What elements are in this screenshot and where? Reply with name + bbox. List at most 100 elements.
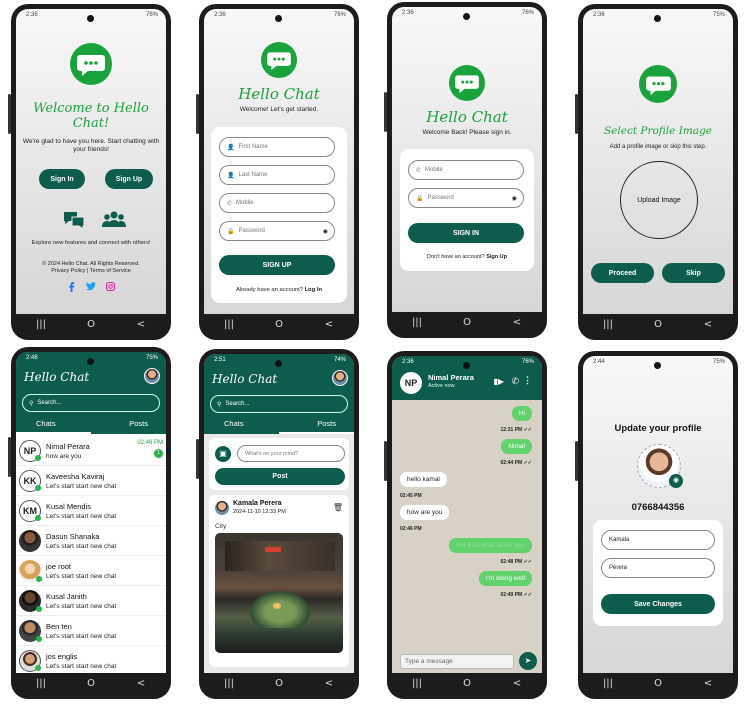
mobile-field[interactable]: ✆ Mobile <box>219 193 335 213</box>
chat-row-dasun[interactable]: Dasun Shanaka Let's start start new chat <box>16 526 166 556</box>
search-input[interactable]: ⚲ Search... <box>210 395 348 413</box>
read-check-icon: ✓✓ <box>523 427 532 433</box>
facebook-icon[interactable] <box>67 282 76 292</box>
chat-row-joe[interactable]: joe root Let's start start new chat <box>16 556 166 586</box>
recent-apps-button[interactable]: ||| <box>31 678 51 689</box>
phone-signin: 2:36 76% Hello Chat Welcome Back! Please … <box>384 2 547 338</box>
password-field[interactable]: 🔒 Password ◉ <box>219 221 335 241</box>
camera-cutout <box>654 362 661 369</box>
log-in-link[interactable]: Log In <box>305 287 322 293</box>
recent-apps-button[interactable]: ||| <box>407 317 427 328</box>
last-name-field[interactable]: 👤 Last Name <box>219 165 335 185</box>
lock-icon: 🔒 <box>227 228 235 235</box>
upload-image-button[interactable]: Upload Image <box>620 161 698 239</box>
phone-icon: ✆ <box>227 200 233 207</box>
policy-links[interactable]: Privacy Policy | Terms of Service <box>22 268 160 274</box>
back-button[interactable]: < <box>131 678 151 689</box>
chat-logo-icon <box>449 65 485 101</box>
profile-image-screen: 2:36 75% Select Profile Image Add a profi… <box>583 9 733 314</box>
home-button[interactable]: O <box>269 678 289 689</box>
eye-icon[interactable]: ◉ <box>323 228 328 235</box>
last-name-field[interactable]: Perera <box>601 558 715 578</box>
online-indicator <box>35 454 41 461</box>
header-title: Hello Chat <box>24 370 90 384</box>
tab-posts[interactable]: Posts <box>317 419 336 428</box>
back-button[interactable]: < <box>319 678 339 689</box>
chat-row-kusal-mendis[interactable]: KM Kusal Mendis Let's start start new chat <box>16 496 166 526</box>
save-changes-button[interactable]: Save Changes <box>601 594 715 614</box>
twitter-icon[interactable] <box>86 282 96 291</box>
phone-call-icon[interactable]: ✆ <box>511 376 519 387</box>
send-button[interactable]: ➤ <box>519 652 537 670</box>
home-button[interactable]: O <box>269 319 289 330</box>
skip-button[interactable]: Skip <box>662 263 725 283</box>
mobile-field[interactable]: ✆ Mobile <box>408 160 524 180</box>
welcome-screen: 2:36 76% Welcome to Hello Chat! We're gla… <box>16 9 166 314</box>
tab-chats[interactable]: Chats <box>224 419 244 428</box>
home-button[interactable]: O <box>457 317 477 328</box>
chat-row-ben[interactable]: Ben ten Let's start start new chat <box>16 616 166 646</box>
online-indicator <box>35 664 41 671</box>
back-button[interactable]: < <box>698 678 718 689</box>
back-button[interactable]: < <box>319 319 339 330</box>
profile-avatar[interactable] <box>332 370 348 386</box>
proceed-button[interactable]: Proceed <box>591 263 654 283</box>
recent-apps-button[interactable]: ||| <box>407 678 427 689</box>
chat-row-kusal-janith[interactable]: Kusal Janith Let's start start new chat <box>16 586 166 616</box>
video-call-icon[interactable]: ▮▶ <box>493 377 504 386</box>
back-button[interactable]: < <box>131 319 151 330</box>
eye-icon[interactable]: ◉ <box>512 195 517 202</box>
author-avatar <box>215 501 229 515</box>
home-button[interactable]: O <box>81 319 101 330</box>
more-options-icon[interactable]: ⋮ <box>523 375 532 386</box>
phone-signup: 2:36 76% Hello Chat Welcome! Let's get st… <box>196 4 359 340</box>
chat-row-nimal[interactable]: NP Nimal Perara how are you 02:46 PM 1 <box>16 436 166 466</box>
back-button[interactable]: < <box>507 678 527 689</box>
message-input[interactable]: Type a message <box>400 654 514 669</box>
search-icon: ⚲ <box>217 401 222 408</box>
read-check-icon: ✓✓ <box>523 559 532 565</box>
recent-apps-button[interactable]: ||| <box>598 678 618 689</box>
search-input[interactable]: ⚲ Search... <box>22 394 160 412</box>
signup-subtitle: Welcome! Let's get started. <box>239 106 319 113</box>
home-button[interactable]: O <box>457 678 477 689</box>
tab-posts[interactable]: Posts <box>129 419 148 428</box>
sign-in-button[interactable]: Sign In <box>39 169 85 189</box>
password-field[interactable]: 🔒 Password ◉ <box>408 188 524 208</box>
home-button[interactable]: O <box>648 678 668 689</box>
sign-up-button[interactable]: SIGN UP <box>219 255 335 275</box>
sign-up-link[interactable]: Sign Up <box>486 254 507 260</box>
back-button[interactable]: < <box>698 319 718 330</box>
active-tab-indicator <box>16 432 91 434</box>
sign-up-button[interactable]: Sign Up <box>105 169 153 189</box>
image-icon[interactable]: ▣ <box>215 446 231 462</box>
delete-icon[interactable]: 🗑 <box>333 503 343 512</box>
home-button[interactable]: O <box>81 678 101 689</box>
contact-name: Kusal Mendis <box>46 501 92 511</box>
last-message: Let's start start new chat <box>46 542 117 550</box>
recent-apps-button[interactable]: ||| <box>598 319 618 330</box>
avatar-photo <box>19 589 42 612</box>
camera-icon[interactable]: ◉ <box>669 474 683 488</box>
camera-cutout <box>463 13 470 20</box>
recent-apps-button[interactable]: ||| <box>219 319 239 330</box>
home-button[interactable]: O <box>648 319 668 330</box>
chat-row-kaveesha[interactable]: KK Kaveesha Kaviraj Let's start start new … <box>16 466 166 496</box>
phone-posts: 2:51 74% Hello Chat ⚲ Search... Chats Post… <box>196 349 359 699</box>
post-button[interactable]: Post <box>215 468 345 485</box>
profile-avatar[interactable] <box>144 368 160 384</box>
camera-cutout <box>654 15 661 22</box>
instagram-icon[interactable] <box>106 282 115 291</box>
recent-apps-button[interactable]: ||| <box>219 678 239 689</box>
chat-row-jos[interactable]: jos englis Let's start start new chat <box>16 646 166 673</box>
camera-cutout <box>275 15 282 22</box>
sign-in-button[interactable]: SIGN IN <box>408 223 524 243</box>
tab-chats[interactable]: Chats <box>36 419 56 428</box>
post-input[interactable]: What's on your mind? <box>237 445 345 462</box>
back-button[interactable]: < <box>507 317 527 328</box>
online-indicator <box>36 605 42 612</box>
first-name-field[interactable]: 👤 First Name <box>219 137 335 157</box>
contact-avatar[interactable]: NP <box>400 372 422 394</box>
recent-apps-button[interactable]: ||| <box>31 319 51 330</box>
first-name-field[interactable]: Kamala <box>601 530 715 550</box>
